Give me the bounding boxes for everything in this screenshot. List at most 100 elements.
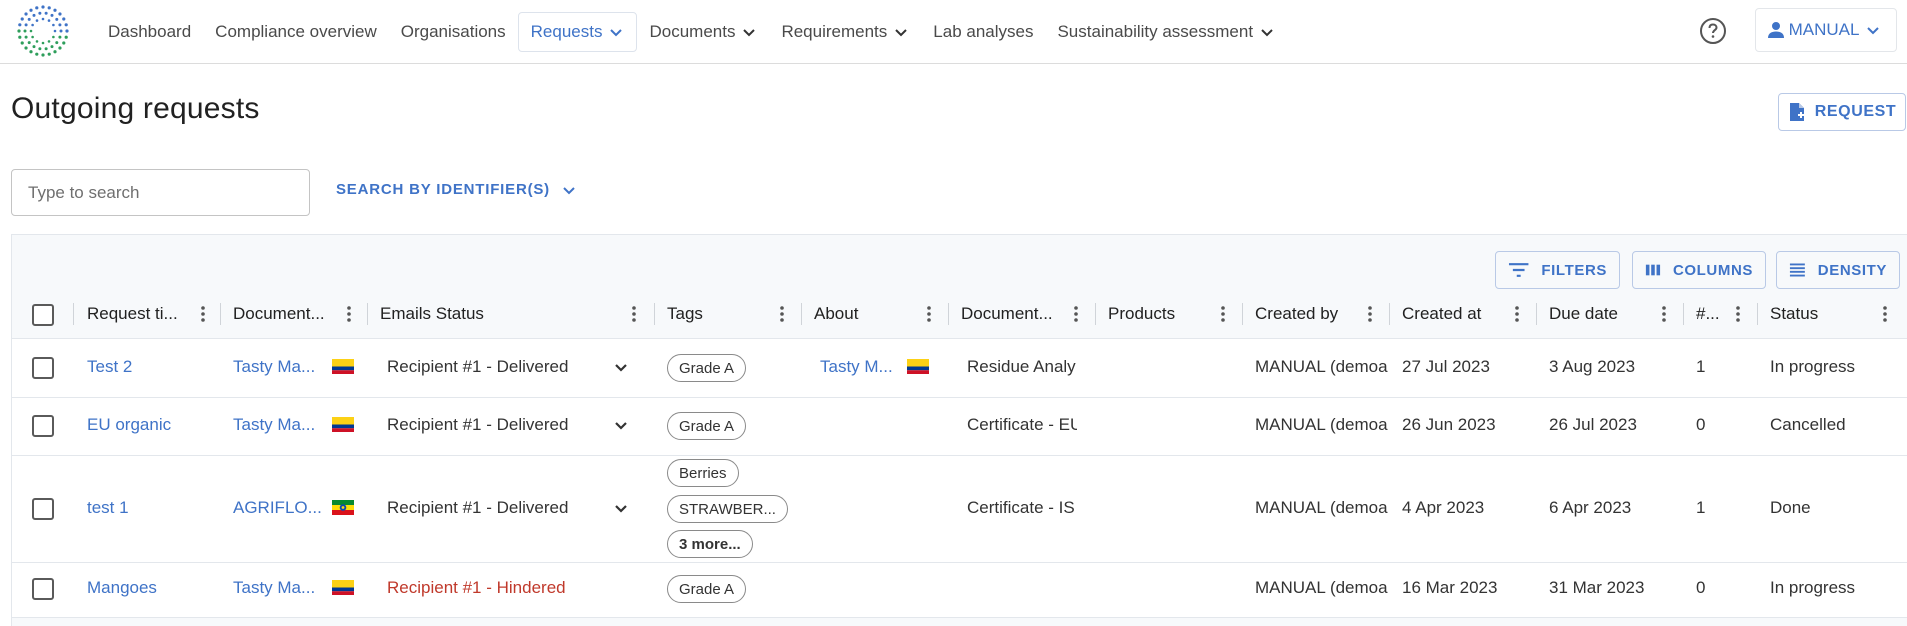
status: Done: [1770, 498, 1811, 517]
request-title-link[interactable]: test 1: [87, 498, 207, 518]
top-navigation-bar: Dashboard Compliance overview Organisati…: [0, 0, 1907, 64]
tag-chip: Berries: [667, 459, 739, 487]
request-title-link[interactable]: Test 2: [87, 357, 207, 377]
column-separator: [948, 303, 949, 325]
nav-item-label: Organisations: [400, 22, 506, 41]
document-add-icon: [1789, 103, 1804, 121]
nav-item-organisations[interactable]: Organisations: [389, 12, 518, 52]
count: 0: [1696, 415, 1706, 434]
column-menu-icon[interactable]: [624, 304, 644, 324]
document-name: Certificate - EU: [967, 415, 1077, 434]
column-menu-icon[interactable]: [339, 304, 359, 324]
nav-item-label: Compliance overview: [215, 22, 377, 41]
columns-icon: [1645, 264, 1661, 276]
email-status: Recipient #1 - Delivered: [387, 357, 569, 376]
chevron-down-icon: [743, 29, 756, 37]
column-separator: [654, 303, 655, 325]
nav-item-label: Documents: [649, 22, 736, 41]
chevron-down-icon[interactable]: [611, 416, 631, 436]
nav-item-lab-analyses[interactable]: Lab analyses: [921, 12, 1045, 52]
nav-item-compliance-overview[interactable]: Compliance overview: [203, 12, 389, 52]
column-menu-icon[interactable]: [1507, 304, 1527, 324]
document-org-link[interactable]: Tasty Ma...: [233, 578, 323, 598]
person-icon: [1767, 22, 1784, 38]
question-circle-icon[interactable]: [1698, 16, 1728, 46]
column-header-status[interactable]: Status: [1770, 290, 1870, 338]
column-header-document-org[interactable]: Document...: [233, 290, 333, 338]
chevron-down-icon: [563, 186, 575, 194]
search-by-identifier-button[interactable]: SEARCH BY IDENTIFIER(S): [336, 181, 576, 198]
nav-item-label: Requests: [530, 22, 603, 41]
column-header-products[interactable]: Products: [1108, 290, 1208, 338]
row-checkbox[interactable]: [32, 415, 54, 437]
column-separator: [1683, 303, 1684, 325]
colombia-flag-icon: [907, 359, 929, 374]
app-logo-icon[interactable]: [16, 4, 70, 58]
tag-chip: STRAWBER...: [667, 495, 788, 523]
chevron-down-icon: [1867, 27, 1880, 35]
column-header-count[interactable]: #...: [1696, 290, 1726, 338]
nav-item-sustainability-assessment[interactable]: Sustainability assessment: [1045, 12, 1287, 52]
column-menu-icon[interactable]: [772, 304, 792, 324]
column-separator: [1242, 303, 1243, 325]
status: Cancelled: [1770, 415, 1846, 434]
column-header-about[interactable]: About: [814, 290, 894, 338]
email-status: Recipient #1 - Delivered: [387, 498, 569, 517]
tag-chip: Grade A: [667, 354, 747, 382]
email-status: Recipient #1 - Hindered: [387, 578, 566, 597]
colombia-flag-icon: [332, 580, 354, 595]
nav-item-label: Lab analyses: [933, 22, 1034, 41]
column-header-request-title[interactable]: Request ti...: [87, 290, 189, 338]
chevron-down-icon[interactable]: [611, 358, 631, 378]
created-at: 27 Jul 2023: [1402, 357, 1490, 376]
document-name: Residue Analy: [967, 357, 1076, 376]
nav-item-documents[interactable]: Documents: [637, 12, 769, 52]
search-input[interactable]: [11, 169, 310, 216]
row-checkbox[interactable]: [32, 498, 54, 520]
nav-item-requirements[interactable]: Requirements: [769, 12, 921, 52]
nav-item-dashboard[interactable]: Dashboard: [96, 12, 203, 52]
more-tags-chip[interactable]: 3 more...: [667, 530, 753, 558]
column-header-emails-status[interactable]: Emails Status: [380, 290, 560, 338]
nav-item-requests[interactable]: Requests: [517, 12, 638, 52]
nav-item-label: Dashboard: [108, 22, 192, 41]
request-title-link[interactable]: Mangoes: [87, 578, 207, 598]
column-separator: [73, 303, 74, 325]
new-request-button[interactable]: REQUEST: [1778, 93, 1906, 131]
request-title-link[interactable]: EU organic: [87, 415, 207, 435]
column-header-created-by[interactable]: Created by: [1255, 290, 1365, 338]
tag-chip: Grade A: [667, 575, 747, 603]
density-button[interactable]: DENSITY: [1776, 251, 1900, 289]
filters-button[interactable]: FILTERS: [1495, 251, 1620, 289]
row-checkbox[interactable]: [32, 357, 54, 379]
document-org-link[interactable]: Tasty Ma...: [233, 357, 323, 377]
column-menu-icon[interactable]: [193, 304, 213, 324]
columns-label: COLUMNS: [1672, 261, 1753, 279]
document-org-link[interactable]: Tasty Ma...: [233, 415, 323, 435]
user-menu-button[interactable]: MANUAL: [1755, 8, 1897, 52]
select-all-checkbox[interactable]: [32, 304, 54, 326]
search-by-identifier-label: SEARCH BY IDENTIFIER(S): [336, 181, 550, 198]
status: In progress: [1770, 578, 1856, 597]
document-org-link[interactable]: AGRIFLO...: [233, 498, 323, 518]
column-menu-icon[interactable]: [1213, 304, 1233, 324]
column-menu-icon[interactable]: [1654, 304, 1674, 324]
column-menu-icon[interactable]: [1875, 304, 1895, 324]
column-header-tags[interactable]: Tags: [667, 290, 747, 338]
column-menu-icon[interactable]: [919, 304, 939, 324]
created-at: 16 Mar 2023: [1402, 578, 1498, 597]
column-menu-icon[interactable]: [1066, 304, 1086, 324]
columns-button[interactable]: COLUMNS: [1632, 251, 1766, 289]
column-header-document[interactable]: Document...: [961, 290, 1061, 338]
density-label: DENSITY: [1817, 261, 1887, 279]
row-checkbox[interactable]: [32, 578, 54, 600]
density-icon: [1789, 263, 1805, 277]
about-org-link[interactable]: Tasty M...: [820, 357, 900, 377]
column-menu-icon[interactable]: [1360, 304, 1380, 324]
chevron-down-icon[interactable]: [611, 499, 631, 519]
column-header-due-date[interactable]: Due date: [1549, 290, 1649, 338]
row-divider: [11, 617, 1907, 618]
column-header-created-at[interactable]: Created at: [1402, 290, 1502, 338]
email-status: Recipient #1 - Delivered: [387, 415, 569, 434]
column-menu-icon[interactable]: [1728, 304, 1748, 324]
